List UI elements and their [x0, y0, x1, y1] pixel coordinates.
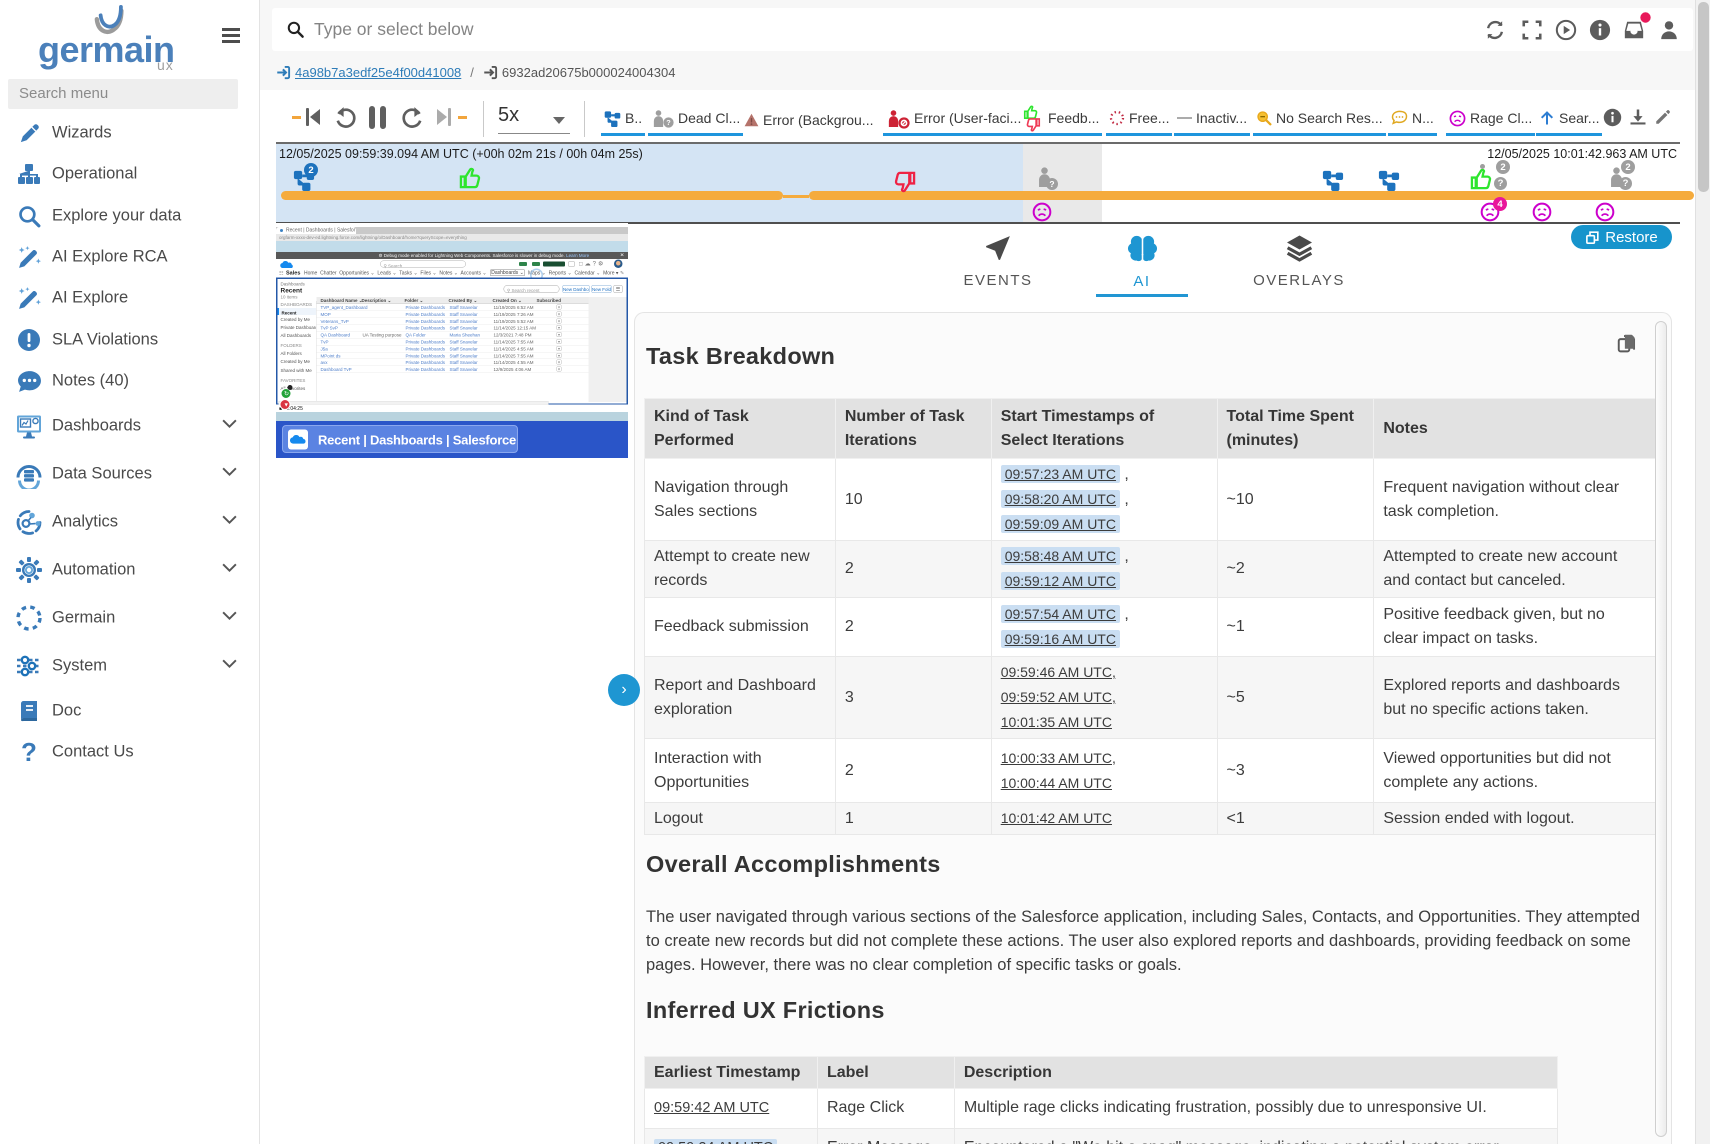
svg-text:?: ?: [666, 118, 671, 127]
